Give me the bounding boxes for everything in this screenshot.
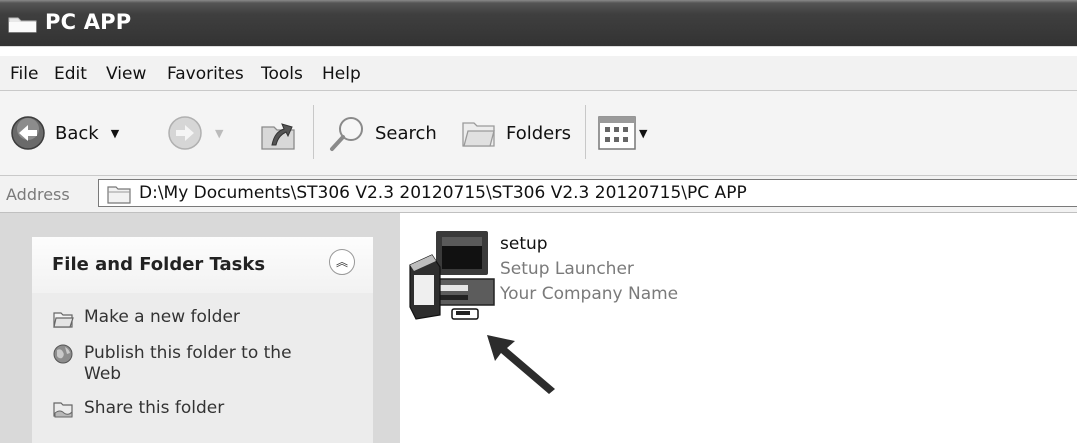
views-grid-icon [598,116,636,150]
forward-button[interactable]: ▼ [167,113,223,153]
toolbar-separator [313,105,314,159]
menu-file[interactable]: File [10,64,38,84]
address-field[interactable]: D:\My Documents\ST306 V2.3 20120715\ST30… [98,179,1077,207]
address-bar: Address D:\My Documents\ST306 V2.3 20120… [0,176,1077,213]
task-label: Publish this folder to the Web [84,343,292,384]
back-arrow-icon [11,116,45,150]
task-make-new-folder[interactable]: Make a new folder [52,307,240,329]
menu-favorites[interactable]: Favorites [167,64,244,84]
forward-dropdown-icon[interactable]: ▼ [215,127,223,140]
forward-arrow-icon [168,116,202,150]
share-folder-icon [53,402,73,418]
address-path: D:\My Documents\ST306 V2.3 20120715\ST30… [139,183,747,203]
menu-tools[interactable]: Tools [261,64,303,84]
search-label: Search [375,122,437,144]
panel-header[interactable]: File and Folder Tasks ︽ [32,237,373,293]
pointer-arrow-icon [487,335,555,394]
new-folder-icon [53,312,74,328]
menu-help[interactable]: Help [322,64,361,84]
views-button[interactable]: ▼ [598,113,647,153]
file-list-area: setup Setup Launcher Your Company Name [400,213,1077,443]
panel-title: File and Folder Tasks [52,254,266,275]
window-title: PC APP [45,10,132,34]
title-bar: PC APP [0,0,1077,47]
toolbar: Back ▼ ▼ Search Folders ▼ [0,91,1077,176]
search-button[interactable]: Search [329,113,437,153]
folders-icon [462,122,495,147]
toolbar-separator [585,105,586,159]
search-icon [330,117,363,151]
task-label: Share this folder [84,398,225,418]
file-folder-tasks-panel: File and Folder Tasks ︽ Make a new folde… [32,237,373,443]
folder-icon [8,17,37,33]
menu-edit[interactable]: Edit [54,64,87,84]
back-label: Back [55,122,99,144]
up-folder-button[interactable] [258,113,298,153]
task-share-folder[interactable]: Share this folder [52,398,224,420]
back-dropdown-icon[interactable]: ▼ [111,127,119,140]
file-description: Setup Launcher [500,259,634,279]
up-folder-icon [261,123,295,150]
views-dropdown-icon[interactable]: ▼ [639,127,647,140]
menu-bar: File Edit View Favorites Tools Help [0,56,1077,91]
file-name: setup [500,234,548,254]
file-company: Your Company Name [500,284,679,304]
collapse-chevron-icon[interactable]: ︽ [329,249,355,275]
menu-view[interactable]: View [106,64,146,84]
globe-icon [53,344,73,364]
back-button[interactable]: Back ▼ [10,113,119,153]
task-label: Make a new folder [84,307,240,327]
setup-installer-icon [409,231,495,320]
folders-button[interactable]: Folders [460,113,571,153]
task-pane: File and Folder Tasks ︽ Make a new folde… [0,213,400,443]
folders-label: Folders [506,122,572,144]
task-publish-folder[interactable]: Publish this folder to the Web [52,343,314,385]
folder-icon [107,186,131,204]
address-label: Address [6,185,70,204]
